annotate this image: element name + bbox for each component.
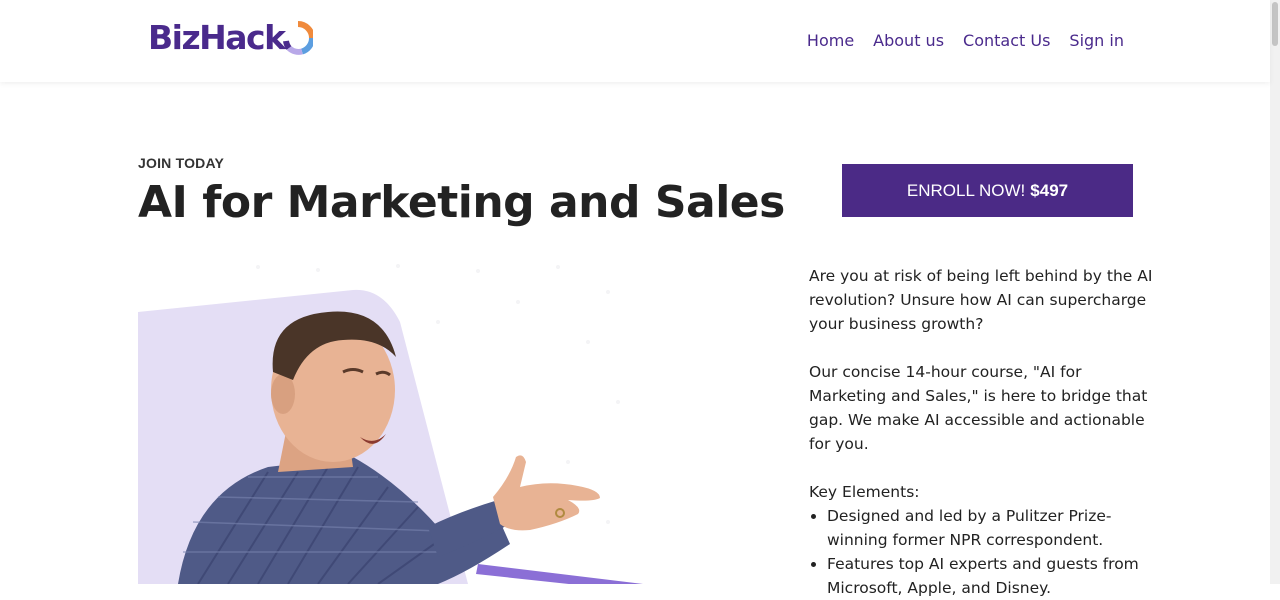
join-today-eyebrow: JOIN TODAY bbox=[138, 155, 225, 171]
logo-wordmark: BizHack bbox=[148, 18, 286, 57]
nav-home-link[interactable]: Home bbox=[807, 28, 854, 54]
intro-paragraph: Are you at risk of being left behind by … bbox=[809, 267, 1153, 333]
enroll-price: $497 bbox=[1030, 180, 1069, 200]
enroll-now-button[interactable]: ENROLL NOW! $497 bbox=[842, 164, 1133, 217]
course-description: Are you at risk of being left behind by … bbox=[809, 264, 1154, 600]
bizhack-logo[interactable]: BizHack bbox=[148, 16, 313, 60]
enroll-label: ENROLL NOW! bbox=[906, 180, 1026, 200]
nav-signin-link[interactable]: Sign in bbox=[1069, 28, 1124, 54]
site-header: BizHack Home About us Contact Us Sign in bbox=[0, 0, 1270, 82]
page-title: AI for Marketing and Sales bbox=[138, 177, 785, 228]
main-nav: Home About us Contact Us Sign in bbox=[807, 28, 1124, 54]
list-item: Designed and led by a Pulitzer Prize-win… bbox=[827, 504, 1154, 552]
key-elements-heading: Key Elements: bbox=[809, 483, 920, 501]
logo-ring-icon bbox=[282, 21, 313, 55]
course-paragraph: Our concise 14-hour course, "AI for Mark… bbox=[809, 363, 1148, 453]
list-item: Features top AI experts and guests from … bbox=[827, 552, 1154, 600]
key-elements-list: Designed and led by a Pulitzer Prize-win… bbox=[809, 504, 1154, 600]
scrollbar-thumb[interactable] bbox=[1272, 2, 1278, 46]
page-scrollbar[interactable] bbox=[1270, 0, 1280, 584]
presenter-photo bbox=[138, 262, 643, 584]
nav-about-link[interactable]: About us bbox=[873, 28, 944, 54]
nav-contact-link[interactable]: Contact Us bbox=[963, 28, 1050, 54]
